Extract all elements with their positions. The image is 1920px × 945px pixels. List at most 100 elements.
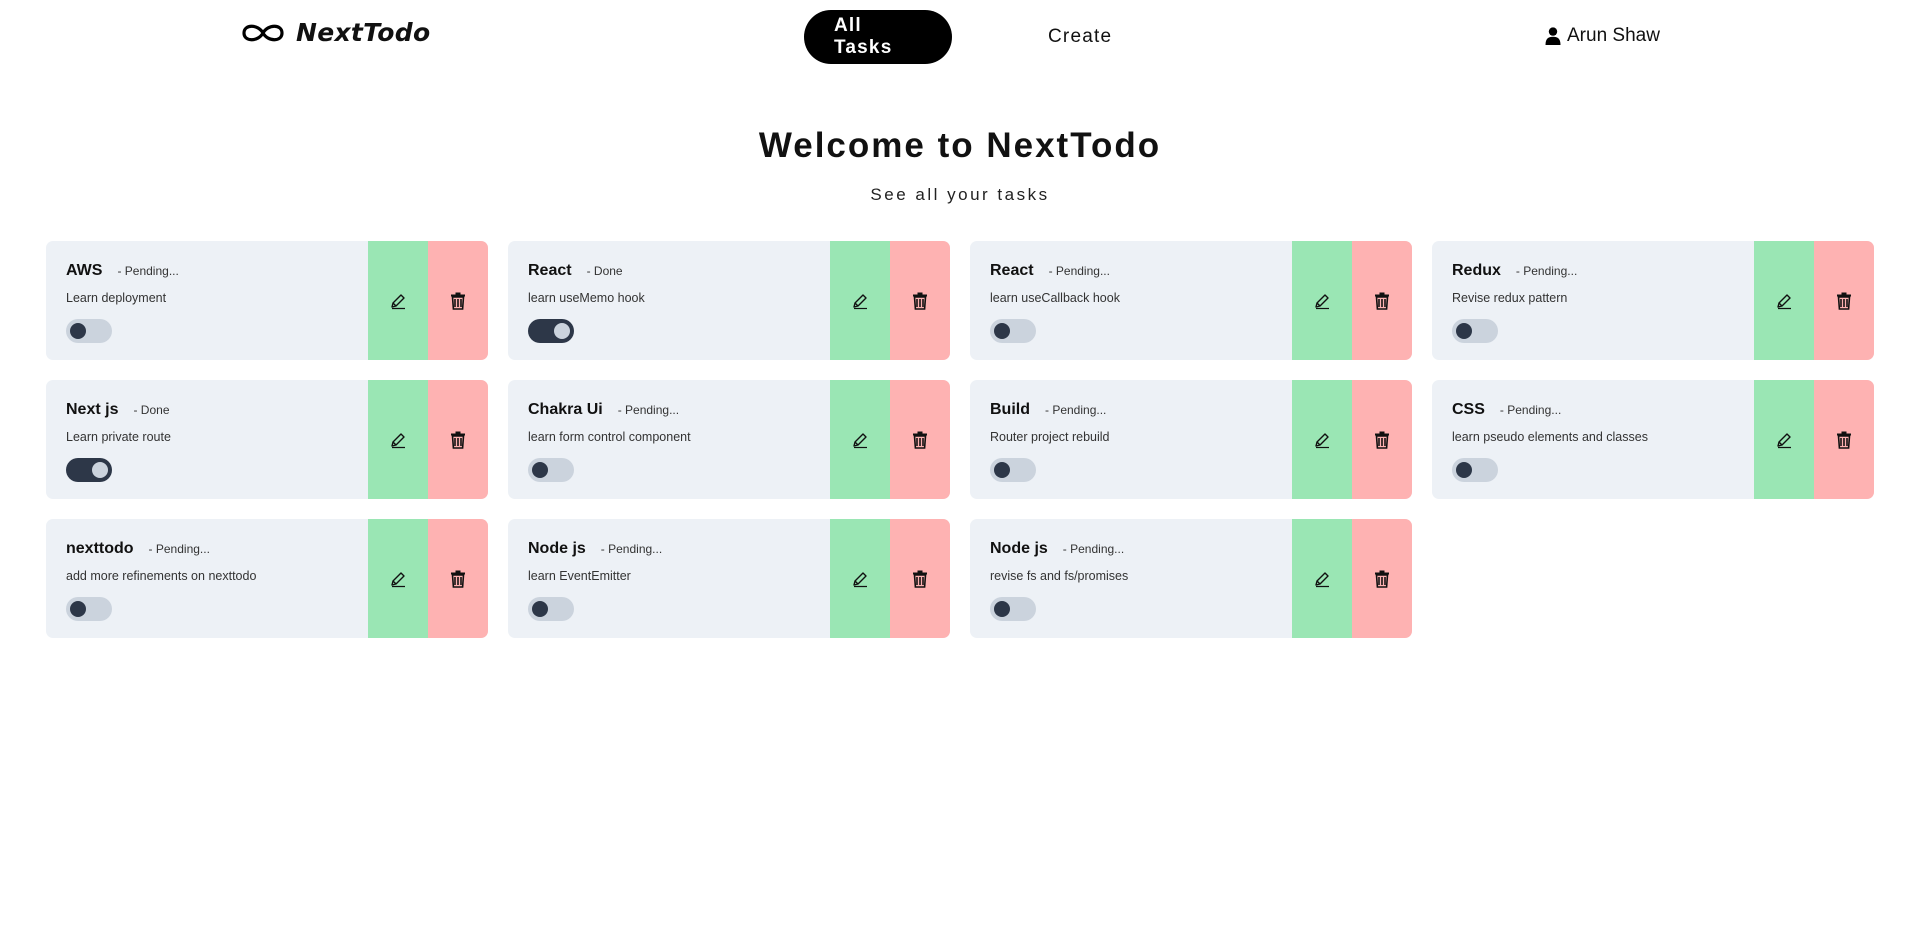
trash-icon — [1375, 570, 1389, 588]
edit-button[interactable] — [1754, 241, 1814, 360]
pencil-icon — [391, 293, 405, 309]
edit-button[interactable] — [1292, 519, 1352, 638]
task-done-toggle[interactable] — [66, 458, 112, 482]
task-title: CSS — [1452, 401, 1485, 418]
user-icon — [1545, 27, 1561, 45]
task-body: Next js - Done Learn private route — [46, 380, 368, 499]
delete-button[interactable] — [890, 241, 950, 360]
trash-icon — [1837, 431, 1851, 449]
edit-button[interactable] — [1754, 380, 1814, 499]
task-done-toggle[interactable] — [990, 597, 1036, 621]
toggle-knob — [554, 323, 570, 339]
pencil-icon — [853, 571, 867, 587]
pencil-icon — [853, 432, 867, 448]
task-body: Node js - Pending... learn EventEmitter — [508, 519, 830, 638]
edit-button[interactable] — [1292, 380, 1352, 499]
infinity-icon — [242, 24, 284, 41]
task-body: nexttodo - Pending... add more refinemen… — [46, 519, 368, 638]
delete-button[interactable] — [890, 380, 950, 499]
toggle-knob — [70, 601, 86, 617]
task-card: nexttodo - Pending... add more refinemen… — [46, 519, 488, 638]
delete-button[interactable] — [1814, 380, 1874, 499]
toggle-knob — [532, 601, 548, 617]
delete-button[interactable] — [1352, 241, 1412, 360]
task-done-toggle[interactable] — [66, 319, 112, 343]
task-title: nexttodo — [66, 540, 134, 557]
task-status: - Pending... — [600, 542, 663, 556]
navbar: NextTodo All Tasks Create Arun Shaw — [0, 0, 1920, 75]
task-card: AWS - Pending... Learn deployment — [46, 241, 488, 360]
task-body: Build - Pending... Router project rebuil… — [970, 380, 1292, 499]
task-title: Node js — [990, 540, 1048, 557]
task-card: React - Pending... learn useCallback hoo… — [970, 241, 1412, 360]
trash-icon — [451, 292, 465, 310]
edit-button[interactable] — [368, 241, 428, 360]
task-card: Node js - Pending... revise fs and fs/pr… — [970, 519, 1412, 638]
task-body: React - Pending... learn useCallback hoo… — [970, 241, 1292, 360]
delete-button[interactable] — [428, 519, 488, 638]
task-card: Next js - Done Learn private route — [46, 380, 488, 499]
task-card: CSS - Pending... learn pseudo elements a… — [1432, 380, 1874, 499]
task-status: - Pending... — [1062, 542, 1125, 556]
task-status: - Pending... — [148, 542, 210, 556]
edit-button[interactable] — [1292, 241, 1352, 360]
toggle-knob — [1456, 323, 1472, 339]
task-grid: AWS - Pending... Learn deployment React … — [46, 241, 1874, 638]
task-description: Learn private route — [66, 430, 171, 444]
brand-logo[interactable]: NextTodo — [240, 18, 430, 47]
task-description: learn useMemo hook — [528, 291, 645, 305]
nav-links: All Tasks Create — [804, 10, 1142, 64]
delete-button[interactable] — [1352, 380, 1412, 499]
task-body: Node js - Pending... revise fs and fs/pr… — [970, 519, 1292, 638]
pencil-icon — [1315, 571, 1329, 587]
task-done-toggle[interactable] — [990, 458, 1036, 482]
task-title: AWS — [66, 262, 103, 279]
task-done-toggle[interactable] — [66, 597, 112, 621]
task-done-toggle[interactable] — [528, 458, 574, 482]
task-title: Node js — [528, 540, 586, 557]
task-body: Redux - Pending... Revise redux pattern — [1432, 241, 1754, 360]
toggle-knob — [92, 462, 108, 478]
edit-button[interactable] — [830, 380, 890, 499]
task-description: revise fs and fs/promises — [990, 569, 1129, 583]
task-title: Chakra Ui — [528, 401, 603, 418]
delete-button[interactable] — [1814, 241, 1874, 360]
pencil-icon — [391, 432, 405, 448]
delete-button[interactable] — [890, 519, 950, 638]
nav-create-button[interactable]: Create — [1018, 10, 1142, 64]
task-done-toggle[interactable] — [528, 597, 574, 621]
task-title: Build — [990, 401, 1030, 418]
task-done-toggle[interactable] — [1452, 319, 1498, 343]
delete-button[interactable] — [428, 380, 488, 499]
task-description: learn useCallback hook — [990, 291, 1120, 305]
task-status: - Done — [586, 264, 623, 278]
task-description: Revise redux pattern — [1452, 291, 1568, 305]
task-status: - Pending... — [1515, 264, 1578, 278]
edit-button[interactable] — [830, 241, 890, 360]
user-menu[interactable]: Arun Shaw — [1545, 25, 1660, 47]
task-description: Learn deployment — [66, 291, 167, 305]
toggle-knob — [70, 323, 86, 339]
edit-button[interactable] — [368, 380, 428, 499]
task-title: React — [990, 262, 1034, 279]
task-done-toggle[interactable] — [528, 319, 574, 343]
task-card: Chakra Ui - Pending... learn form contro… — [508, 380, 950, 499]
edit-button[interactable] — [830, 519, 890, 638]
pencil-icon — [1315, 293, 1329, 309]
toggle-knob — [994, 323, 1010, 339]
nav-all-tasks-button[interactable]: All Tasks — [804, 10, 952, 64]
task-card: Redux - Pending... Revise redux pattern — [1432, 241, 1874, 360]
task-description: add more refinements on nexttodo — [66, 569, 257, 583]
task-done-toggle[interactable] — [990, 319, 1036, 343]
trash-icon — [451, 570, 465, 588]
task-status: - Pending... — [1048, 264, 1110, 278]
task-card: React - Done learn useMemo hook — [508, 241, 950, 360]
pencil-icon — [1777, 293, 1791, 309]
task-body: AWS - Pending... Learn deployment — [46, 241, 368, 360]
delete-button[interactable] — [428, 241, 488, 360]
edit-button[interactable] — [368, 519, 428, 638]
user-name: Arun Shaw — [1567, 25, 1660, 46]
trash-icon — [1375, 431, 1389, 449]
delete-button[interactable] — [1352, 519, 1412, 638]
task-done-toggle[interactable] — [1452, 458, 1498, 482]
